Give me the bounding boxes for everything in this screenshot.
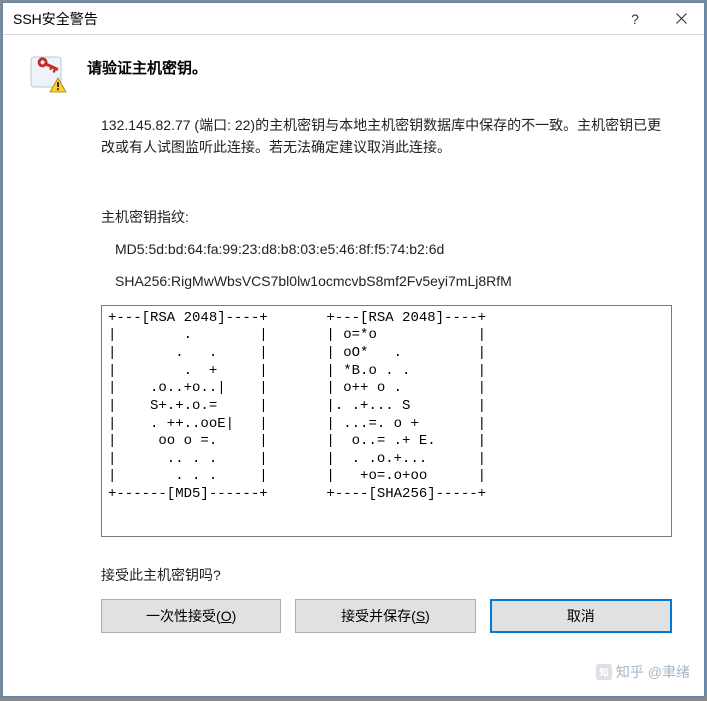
heading: 请验证主机密钥。	[87, 53, 207, 78]
warning-key-icon	[27, 53, 87, 100]
warning-message: 132.145.82.77 (端口: 22)的主机密钥与本地主机密钥数据库中保存…	[101, 114, 672, 159]
watermark: 知 知乎 @聿绪	[596, 662, 690, 682]
button-row: 一次性接受(O) 接受并保存(S) 取消	[101, 599, 672, 633]
accept-question: 接受此主机密钥吗?	[101, 565, 672, 585]
titlebar: SSH安全警告 ?	[3, 3, 704, 35]
button-label: 取消	[567, 606, 595, 626]
svg-text:知: 知	[598, 666, 608, 677]
accept-save-button[interactable]: 接受并保存(S)	[295, 599, 475, 633]
accept-once-button[interactable]: 一次性接受(O)	[101, 599, 281, 633]
randomart-box: +---[RSA 2048]----+ +---[RSA 2048]----+ …	[101, 305, 672, 537]
watermark-text: 知乎 @聿绪	[616, 662, 690, 682]
fingerprint-md5: MD5:5d:bd:64:fa:99:23:d8:b8:03:e5:46:8f:…	[115, 241, 672, 257]
help-button[interactable]: ?	[612, 3, 658, 35]
button-label: 接受并保存(S)	[341, 606, 430, 626]
fingerprint-label: 主机密钥指纹:	[101, 207, 672, 227]
fingerprint-sha256: SHA256:RigMwWbsVCS7bl0lw1ocmcvbS8mf2Fv5e…	[115, 273, 672, 289]
ssh-warning-dialog: SSH安全警告 ?	[2, 2, 705, 697]
cancel-button[interactable]: 取消	[490, 599, 672, 633]
button-label: 一次性接受(O)	[146, 606, 236, 626]
window-title: SSH安全警告	[13, 9, 612, 29]
dialog-body: 请验证主机密钥。 132.145.82.77 (端口: 22)的主机密钥与本地主…	[3, 35, 704, 696]
close-button[interactable]	[658, 3, 704, 35]
zhihu-icon: 知	[596, 664, 612, 680]
close-icon	[676, 13, 687, 24]
